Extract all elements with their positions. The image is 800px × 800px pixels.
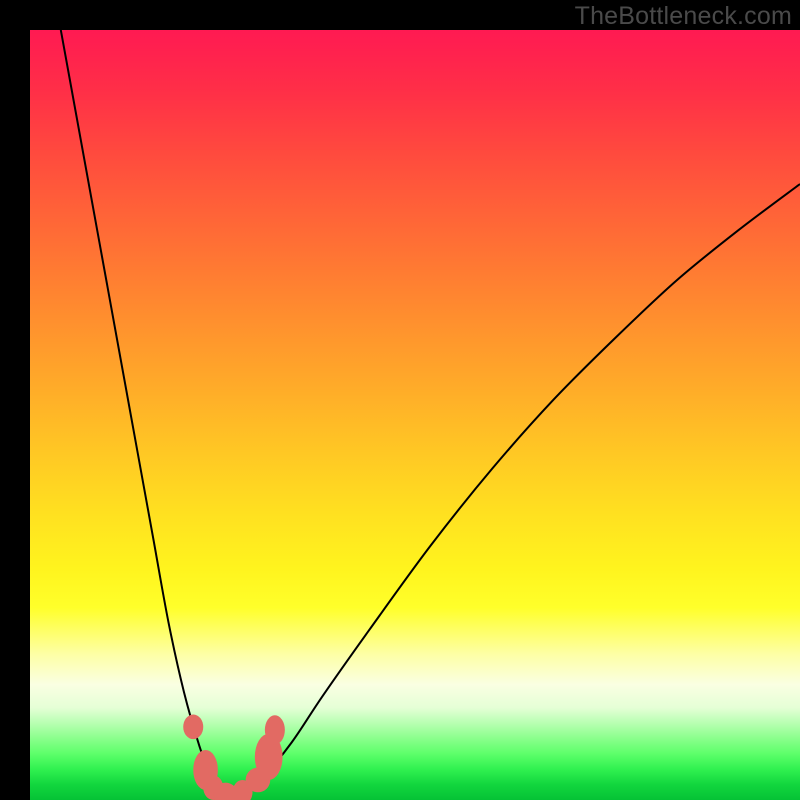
curve-markers bbox=[183, 715, 285, 800]
watermark-text: TheBottleneck.com bbox=[575, 2, 792, 31]
bottleneck-curve bbox=[61, 30, 800, 796]
data-marker bbox=[265, 715, 285, 744]
data-marker bbox=[183, 715, 203, 740]
chart-frame: TheBottleneck.com bbox=[0, 0, 800, 800]
chart-svg bbox=[30, 30, 800, 800]
plot-area bbox=[30, 30, 800, 800]
